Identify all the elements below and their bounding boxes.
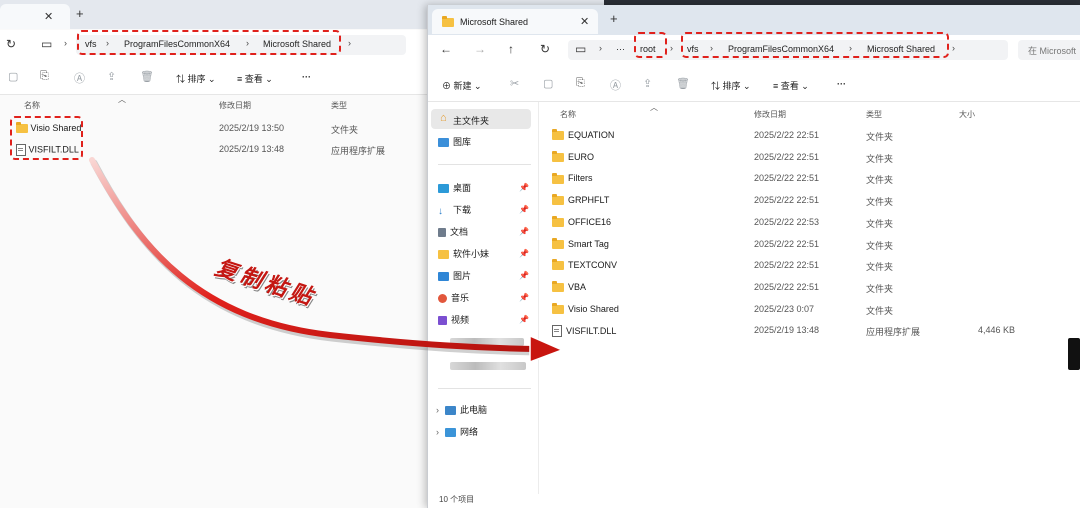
copy-paste-arrow: [89, 157, 564, 364]
